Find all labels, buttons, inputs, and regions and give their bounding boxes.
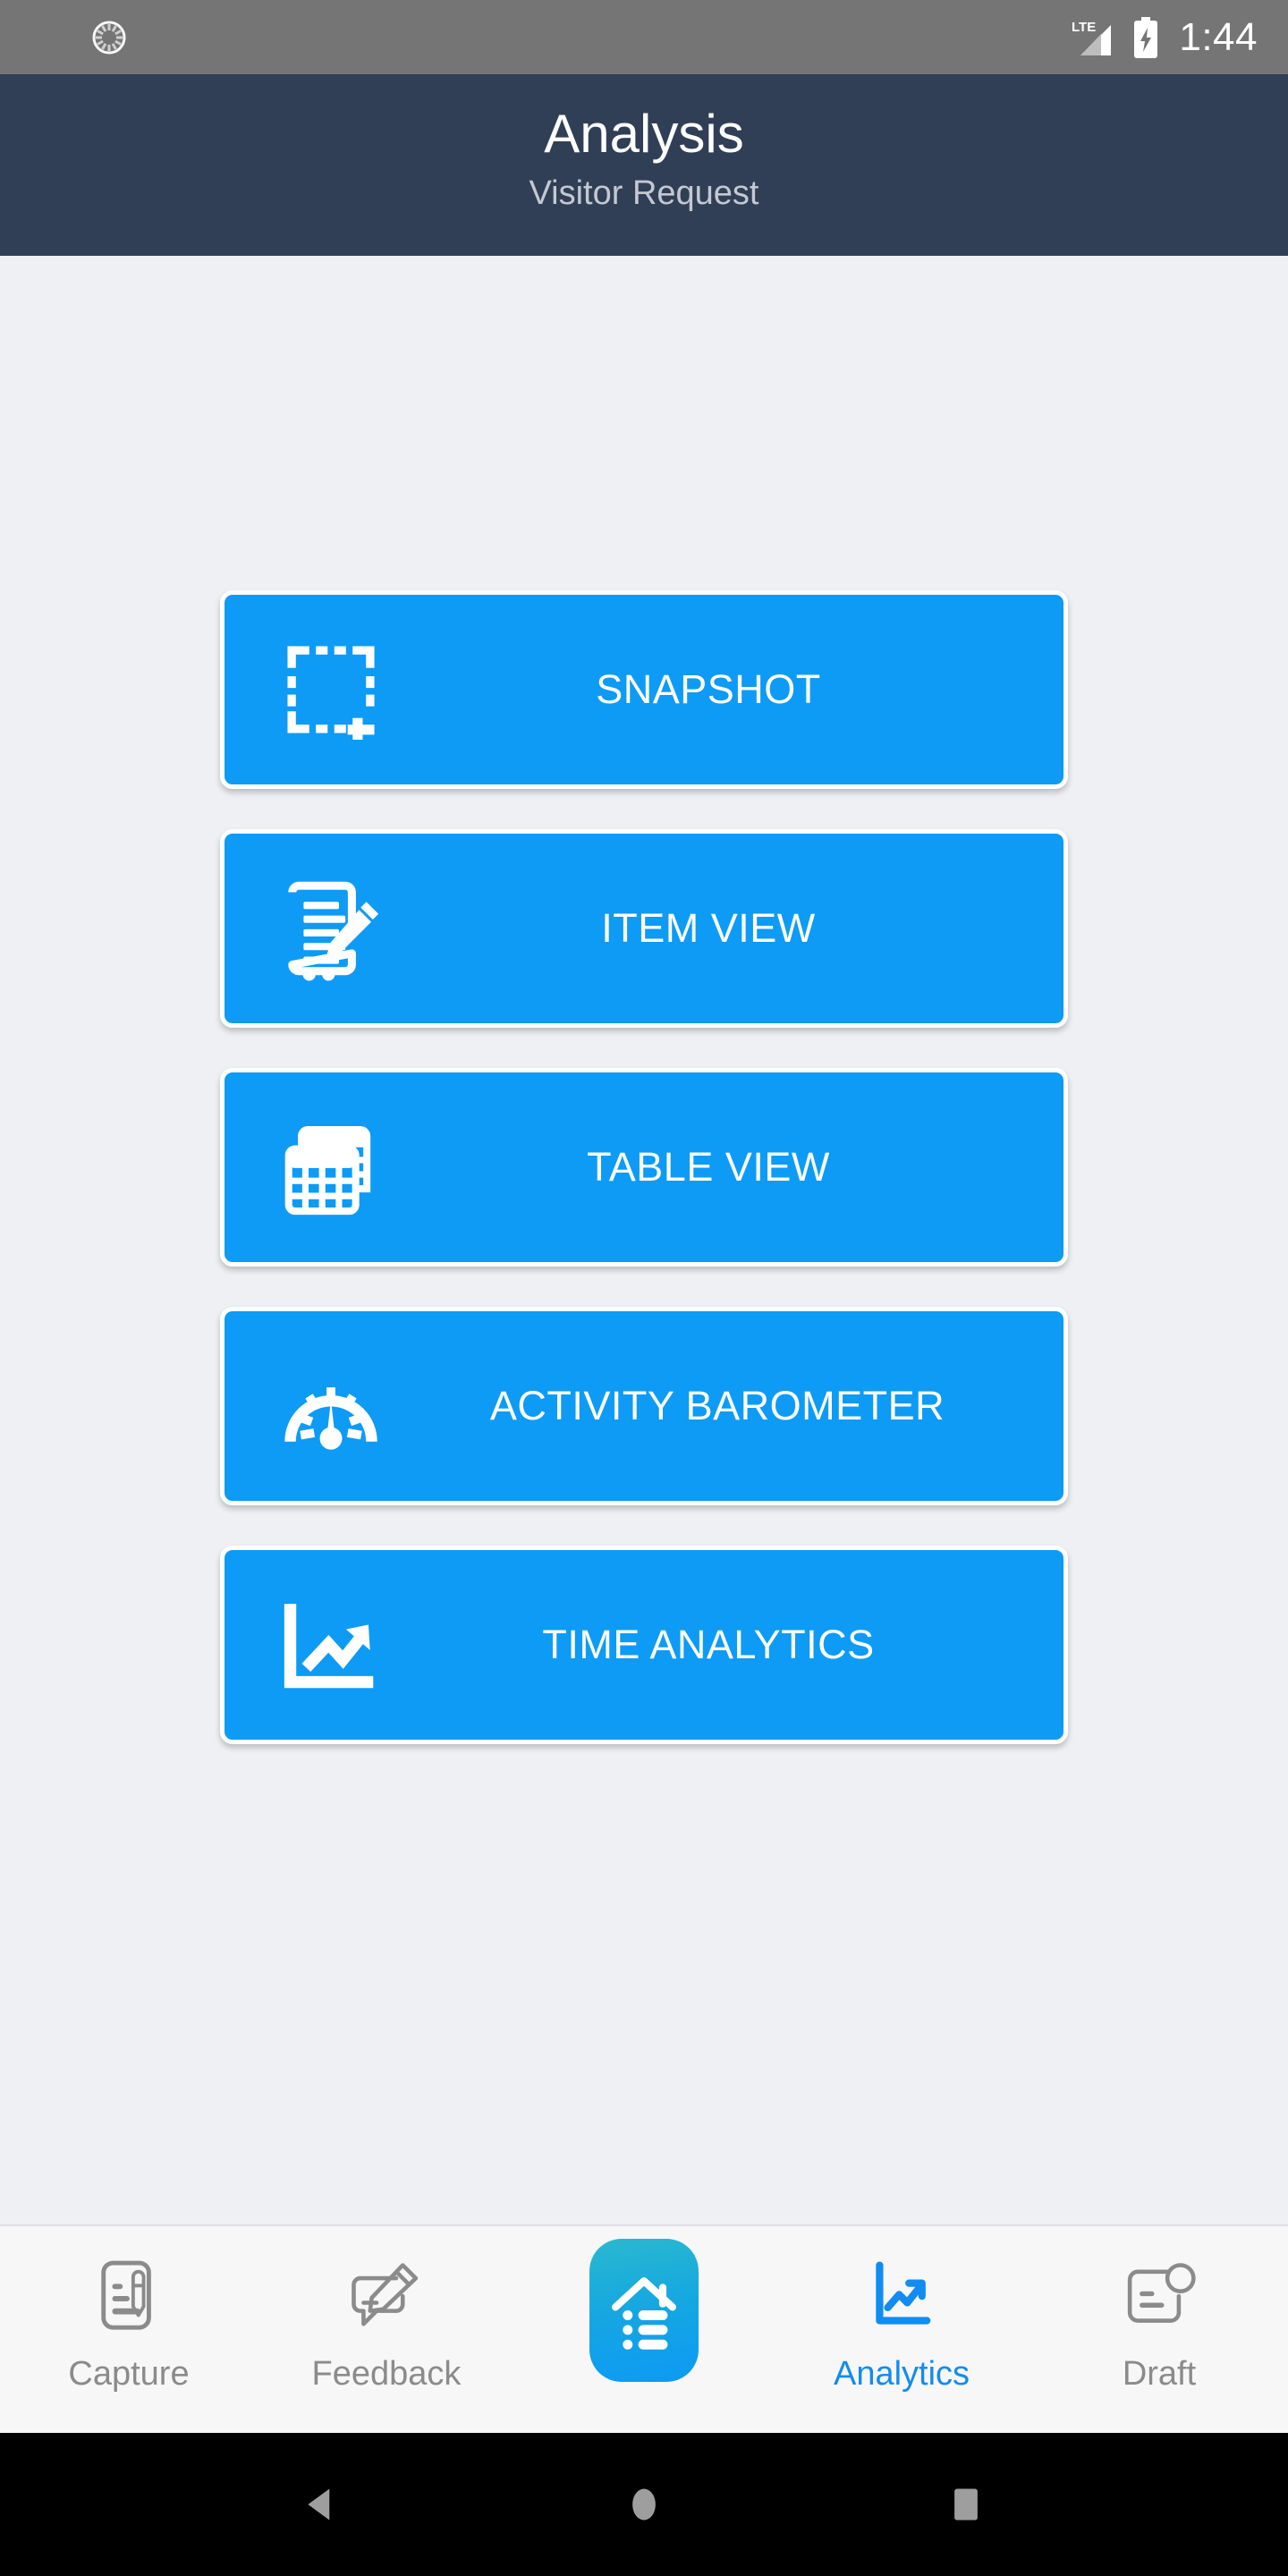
- snapshot-button[interactable]: SNAPSHOT: [220, 590, 1068, 789]
- note-pencil-icon: [94, 2253, 164, 2343]
- dashed-crop-add-icon: [255, 640, 407, 740]
- time-analytics-label: TIME ANALYTICS: [542, 1622, 875, 1667]
- nav-item-feedback[interactable]: Feedback: [258, 2253, 515, 2394]
- recents-square-icon[interactable]: [921, 2460, 1011, 2549]
- svg-text:LTE: LTE: [1072, 20, 1096, 35]
- draft-badge-icon: [1122, 2253, 1197, 2343]
- app-screen: LTE 1:44 Analysis Visitor Request SNAPSH…: [0, 0, 1288, 2576]
- nav-item-capture[interactable]: Capture: [0, 2253, 258, 2394]
- table-view-button[interactable]: TABLE VIEW: [220, 1068, 1068, 1267]
- activity-barometer-label: ACTIVITY BAROMETER: [489, 1383, 945, 1428]
- document-pencil-icon: [255, 876, 407, 981]
- analysis-menu-list: SNAPSHOT ITEM VIEW TABLE VIEW ACTIVITY B…: [0, 590, 1288, 1744]
- status-bar: LTE 1:44: [0, 0, 1288, 74]
- nav-label-capture: Capture: [68, 2355, 190, 2393]
- android-system-nav: [0, 2433, 1288, 2576]
- status-bar-left: [89, 18, 1072, 57]
- status-bar-clock: 1:44: [1179, 14, 1258, 59]
- nav-item-draft[interactable]: Draft: [1030, 2253, 1288, 2394]
- item-view-button[interactable]: ITEM VIEW: [220, 829, 1068, 1028]
- nav-label-analytics: Analytics: [833, 2355, 970, 2393]
- gauge-meter-icon: [255, 1359, 407, 1454]
- item-view-label: ITEM VIEW: [601, 905, 816, 951]
- battery-charging-icon: [1132, 16, 1159, 58]
- nav-item-home-center[interactable]: [515, 2239, 773, 2394]
- page-subtitle: Visitor Request: [529, 174, 759, 212]
- back-triangle-icon[interactable]: [277, 2460, 367, 2549]
- nav-label-feedback: Feedback: [311, 2355, 462, 2393]
- status-bar-right: LTE 1:44: [1072, 14, 1258, 59]
- page-title: Analysis: [544, 103, 744, 164]
- home-list-center-icon[interactable]: [589, 2239, 699, 2382]
- snapshot-label: SNAPSHOT: [596, 666, 821, 712]
- nav-label-draft: Draft: [1122, 2355, 1197, 2393]
- table-view-label: TABLE VIEW: [587, 1144, 830, 1190]
- table-grid-icon: [255, 1115, 407, 1219]
- sync-spinner-icon: [89, 18, 129, 57]
- bottom-navigation-bar: Capture Feedback Analytics Draft: [0, 2224, 1288, 2433]
- main-content: SNAPSHOT ITEM VIEW TABLE VIEW ACTIVITY B…: [0, 256, 1288, 2224]
- speech-bubble-pencil-icon: [349, 2253, 424, 2343]
- chart-arrow-icon: [865, 2253, 938, 2343]
- app-header: Analysis Visitor Request: [0, 74, 1288, 256]
- home-circle-icon[interactable]: [599, 2460, 689, 2549]
- nav-item-analytics[interactable]: Analytics: [773, 2253, 1030, 2394]
- time-analytics-button[interactable]: TIME ANALYTICS: [220, 1546, 1068, 1744]
- signal-bars-icon: LTE: [1072, 18, 1113, 57]
- activity-barometer-button[interactable]: ACTIVITY BAROMETER: [220, 1307, 1068, 1505]
- line-chart-arrow-icon: [255, 1597, 407, 1693]
